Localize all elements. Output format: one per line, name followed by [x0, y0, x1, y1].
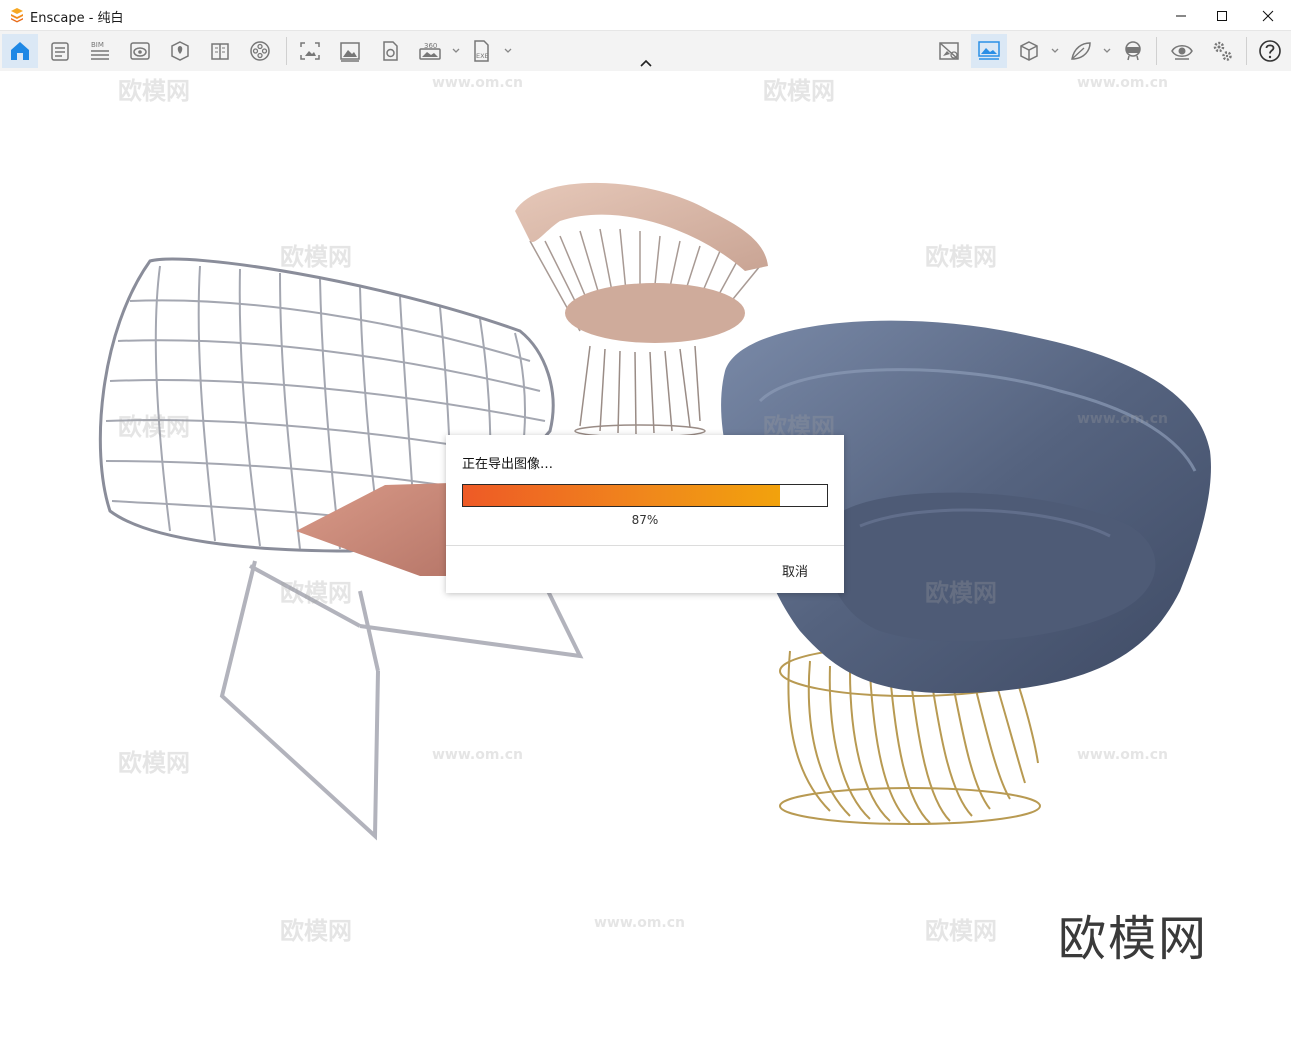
progress-fill: [463, 485, 780, 506]
asset-library-icon: [1071, 42, 1091, 60]
book-icon: [211, 43, 229, 60]
home-icon: [11, 42, 29, 60]
enscape-logo-icon: [11, 8, 23, 23]
toolbar-separator: [1246, 37, 1247, 65]
watermark-url: www.om.cn: [594, 915, 686, 931]
eye-button[interactable]: [1164, 34, 1200, 68]
progress-percent: 87%: [631, 513, 659, 527]
watermark-brand: 欧模网: [925, 243, 997, 271]
image-export-icon: [340, 42, 360, 62]
visual-settings-icon: [130, 42, 150, 60]
export-progress-dialog: 正在导出图像… 87% 取消: [446, 435, 844, 593]
settings-icon: [1213, 41, 1232, 61]
brand-logo-text: 欧模网: [1058, 911, 1209, 967]
svg-text:BIM: BIM: [91, 41, 104, 49]
chevron-down-icon[interactable]: [503, 46, 513, 56]
minimize-button[interactable]: [1158, 0, 1204, 31]
close-icon: [1262, 10, 1274, 21]
watermark-brand: 欧模网: [925, 917, 997, 945]
book-button[interactable]: [202, 34, 238, 68]
site-context-icon: [171, 41, 189, 61]
views-icon: [51, 42, 69, 61]
watermark-brand: 欧模网: [280, 579, 352, 607]
watermark-brand: 欧模网: [118, 77, 190, 105]
batch-render-icon: [383, 41, 398, 61]
bim-icon: BIM: [91, 41, 109, 60]
site-context-button[interactable]: [162, 34, 198, 68]
export-progress-bar: [462, 484, 828, 507]
toolbar-separator: [1156, 37, 1157, 65]
help-icon: [1259, 40, 1281, 62]
panorama-button[interactable]: 360: [412, 34, 448, 68]
chevron-down-icon[interactable]: [1102, 46, 1112, 56]
watermark-url: www.om.cn: [1077, 411, 1169, 427]
sync-off-button[interactable]: [931, 34, 967, 68]
dialog-divider: [446, 545, 844, 546]
video-editor-icon: [250, 41, 270, 61]
visual-settings-button[interactable]: [122, 34, 158, 68]
watermark-url: www.om.cn: [1077, 75, 1169, 91]
eye-icon: [1171, 45, 1193, 60]
video-editor-button[interactable]: [242, 34, 278, 68]
toolbar-separator: [286, 37, 287, 65]
svg-text:EXE: EXE: [476, 52, 489, 60]
title-bar: Enscape - 纯白: [0, 0, 1291, 31]
window-title: Enscape - 纯白: [30, 11, 124, 26]
asset-library-button[interactable]: [1063, 34, 1099, 68]
settings-button[interactable]: [1204, 34, 1240, 68]
sync-views-icon: [978, 41, 1000, 60]
watermark-brand: 欧模网: [280, 917, 352, 945]
render-viewport[interactable]: 欧模网 www.om.cn 欧模网 www.om.cn 欧模网 欧模网 欧模网 …: [0, 71, 1291, 1037]
views-button[interactable]: [42, 34, 78, 68]
minimize-icon: [1176, 15, 1186, 16]
home-button[interactable]: [2, 34, 38, 68]
screenshot-button[interactable]: [292, 34, 328, 68]
watermark-brand: 欧模网: [763, 77, 835, 105]
collapse-toolbar-icon[interactable]: [638, 58, 654, 68]
watermark-url: www.om.cn: [432, 75, 524, 91]
dialog-title: 正在导出图像…: [462, 457, 554, 472]
bim-button[interactable]: BIM: [82, 34, 118, 68]
chevron-down-icon[interactable]: [1050, 46, 1060, 56]
cube-button[interactable]: [1011, 34, 1047, 68]
close-button[interactable]: [1245, 0, 1291, 31]
cube-icon: [1020, 41, 1038, 61]
sync-views-button[interactable]: [971, 34, 1007, 68]
batch-render-button[interactable]: [372, 34, 408, 68]
exe-export-icon: EXE: [474, 40, 489, 62]
exe-export-button[interactable]: EXE: [464, 34, 500, 68]
watermark-brand: 欧模网: [280, 243, 352, 271]
maximize-icon: [1217, 10, 1227, 21]
cancel-button[interactable]: 取消: [782, 561, 808, 580]
help-button[interactable]: [1252, 34, 1288, 68]
sync-off-icon: [939, 42, 959, 60]
watermark-brand: 欧模网: [118, 749, 190, 777]
watermark-brand: 欧模网: [925, 579, 997, 607]
maximize-button[interactable]: [1199, 0, 1245, 31]
chevron-down-icon[interactable]: [451, 46, 461, 56]
watermark-url: www.om.cn: [432, 747, 524, 763]
screenshot-icon: [300, 42, 320, 60]
vr-headset-button[interactable]: [1115, 34, 1151, 68]
watermark-url: www.om.cn: [1077, 747, 1169, 763]
watermark-brand: 欧模网: [118, 413, 190, 441]
image-export-button[interactable]: [332, 34, 368, 68]
vr-headset-icon: [1125, 41, 1141, 61]
panorama-360-icon: 360: [419, 42, 441, 60]
